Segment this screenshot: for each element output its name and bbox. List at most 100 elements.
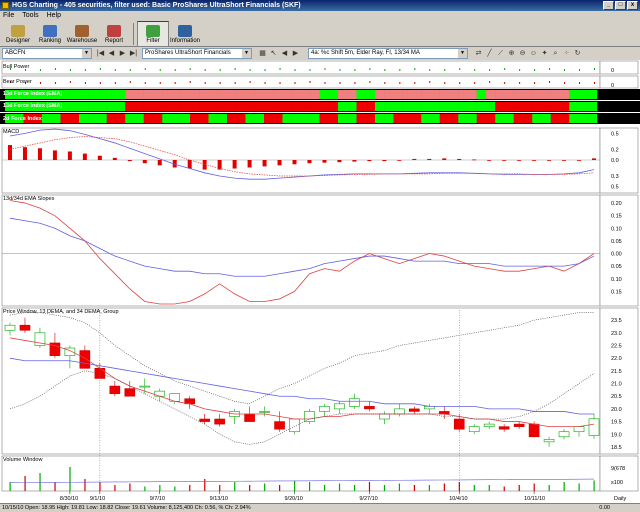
setup-select[interactable]: 4a: %c Shift 5m, Elder Ray, FI, 13/34 MA… <box>308 48 468 59</box>
tool-zoom-in-icon[interactable]: ⊕ <box>507 49 516 58</box>
candle <box>124 388 136 397</box>
maximize-button[interactable]: □ <box>615 1 626 10</box>
bull-power-bar <box>429 69 431 71</box>
bull-power-bar <box>399 69 401 71</box>
scroll-right-icon[interactable]: ▶ <box>291 49 300 58</box>
force-segment <box>227 114 237 123</box>
pane-frame <box>1 60 601 75</box>
macd-bar <box>247 160 252 168</box>
force-segment <box>199 102 209 111</box>
tool-refresh-icon[interactable]: ↻ <box>573 49 582 58</box>
information-button-label: Information <box>169 37 200 44</box>
grid-icon[interactable]: ▦ <box>258 49 267 58</box>
force-segment <box>541 90 551 99</box>
macd-bar <box>97 155 102 160</box>
chart-area[interactable]: Bull Power 0 Bear Power 0 13d Force Inde… <box>0 60 640 503</box>
macd-bar <box>187 160 192 169</box>
candle <box>214 418 225 425</box>
prev-icon[interactable]: ◀ <box>107 49 116 58</box>
first-icon[interactable]: |◀ <box>96 49 105 58</box>
tool-sync-icon[interactable]: ⇄ <box>474 49 483 58</box>
macd-bar <box>322 160 327 163</box>
force-segment <box>171 102 181 111</box>
security-select[interactable]: ProShares UltraShort Financials ▼ <box>142 48 252 59</box>
force-segment <box>421 114 431 123</box>
tool-dots-icon[interactable]: ⁘ <box>562 49 571 58</box>
tool-trend-icon[interactable]: ⟋ <box>496 49 505 58</box>
chevron-down-icon: ▼ <box>242 49 251 58</box>
macd-bar <box>112 157 117 160</box>
bear-power-bar <box>534 82 536 84</box>
force-13-sma-tick: s100 <box>614 106 626 112</box>
date-label: 9/27/10 <box>359 496 377 502</box>
macd-bar <box>412 158 417 160</box>
force-segment <box>328 90 339 99</box>
bear-power-bar <box>234 82 236 84</box>
force-segment <box>199 114 209 123</box>
volume-bar <box>323 485 326 491</box>
bull-power-bar <box>144 68 146 70</box>
force-segment <box>190 90 200 99</box>
bear-power-bar <box>384 82 386 84</box>
scroll-left-icon[interactable]: ◀ <box>280 49 289 58</box>
minimize-button[interactable]: _ <box>603 1 614 10</box>
force-segment <box>412 90 422 99</box>
filter-button[interactable]: Filter <box>137 21 169 47</box>
bull-power-bar <box>159 69 161 71</box>
tool-magnifier-icon[interactable]: ⌕ <box>551 49 560 58</box>
main-toolbar: Designer Ranking Warehouse Report Filter… <box>0 21 640 47</box>
date-label: 10/11/10 <box>524 496 545 502</box>
menu-help[interactable]: Help <box>47 11 61 21</box>
force-segment <box>439 90 450 99</box>
force-segment <box>88 102 98 111</box>
ranking-button[interactable]: Ranking <box>34 21 66 47</box>
volume-bar <box>204 479 206 491</box>
candle <box>4 324 16 331</box>
force-segment <box>513 102 524 111</box>
force-segment <box>310 114 320 123</box>
chart-svg[interactable]: Bull Power 0 Bear Power 0 13d Force Inde… <box>0 60 640 503</box>
price-tick: 20.5 <box>611 394 622 400</box>
force-segment <box>106 114 117 123</box>
chevron-down-icon: ▼ <box>458 49 467 58</box>
volume-bar <box>308 482 311 491</box>
tool-people-icon[interactable]: ☺ <box>529 49 538 58</box>
macd-tick: 0.2 <box>611 147 619 153</box>
bull-power-bar <box>294 69 296 71</box>
volume-bar <box>578 483 580 491</box>
force-segment <box>449 114 459 123</box>
tool-line-icon[interactable]: ╱ <box>485 49 494 58</box>
candle <box>109 385 121 394</box>
volume-bar <box>413 485 416 491</box>
bear-power-bar <box>204 82 206 84</box>
bull-power-bar <box>234 68 236 70</box>
force-segment <box>143 102 154 111</box>
force-segment <box>560 114 570 123</box>
force-segment <box>310 90 320 99</box>
report-button[interactable]: Report <box>98 21 130 47</box>
selector-bar: ABCFN ▼ |◀ ◀ ▶ ▶| ProShares UltraShort Fi… <box>0 47 640 60</box>
volume-bar <box>383 485 386 491</box>
next-icon[interactable]: ▶ <box>118 49 127 58</box>
force-segment <box>532 102 542 111</box>
slopes-label: 13d/34d EMA Slopes <box>3 196 55 202</box>
designer-button[interactable]: Designer <box>2 21 34 47</box>
tool-zoom-out-icon[interactable]: ⊖ <box>518 49 527 58</box>
force-segment <box>162 90 172 99</box>
information-button[interactable]: Information <box>169 21 201 47</box>
symbol-select[interactable]: ABCFN ▼ <box>2 48 92 59</box>
price-tick: 19.5 <box>611 420 622 426</box>
bear-power-bar <box>519 82 521 84</box>
bear-power-bar <box>564 82 566 84</box>
macd-bar <box>157 160 162 166</box>
axis-frame <box>599 127 639 194</box>
last-icon[interactable]: ▶| <box>129 49 138 58</box>
tool-star-icon[interactable]: ✦ <box>540 49 549 58</box>
warehouse-button[interactable]: Warehouse <box>66 21 98 47</box>
force-segment <box>449 102 459 111</box>
close-button[interactable]: x <box>627 1 638 10</box>
cursor-icon[interactable]: ↖ <box>269 49 278 58</box>
menu-file[interactable]: File <box>3 11 14 21</box>
force-segment <box>375 90 385 99</box>
menu-tools[interactable]: Tools <box>22 11 38 21</box>
